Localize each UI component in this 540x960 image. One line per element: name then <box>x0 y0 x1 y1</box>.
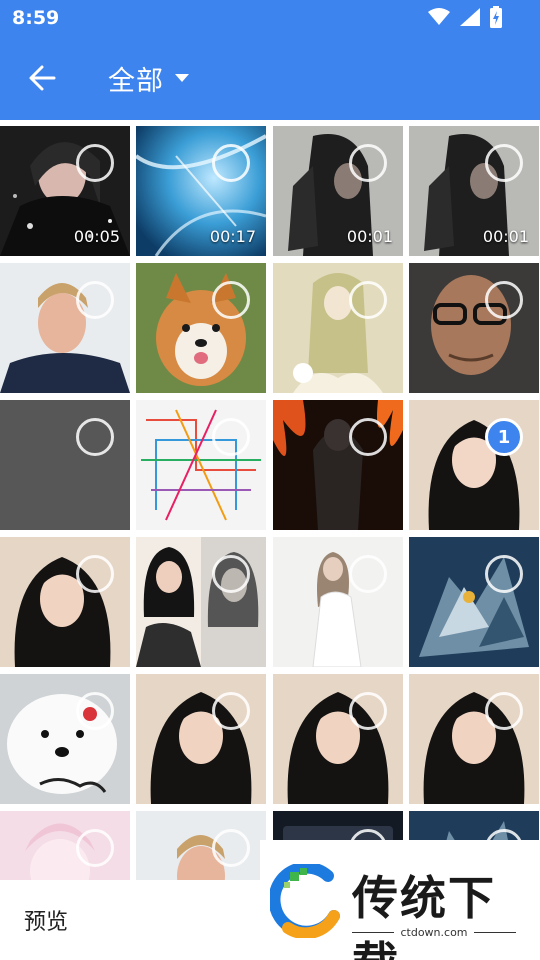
grid-tile-image[interactable] <box>0 537 130 667</box>
grid-tile-image[interactable] <box>273 537 403 667</box>
select-circle[interactable] <box>212 281 250 319</box>
grid-tile-video[interactable]: 00:01 <box>273 126 403 256</box>
select-circle[interactable] <box>349 281 387 319</box>
thumbnail-image <box>409 674 539 804</box>
grid-tile-image[interactable] <box>0 811 130 880</box>
thumbnail-image <box>273 400 403 530</box>
video-duration: 00:01 <box>346 227 393 246</box>
thumbnail-image <box>273 263 403 393</box>
thumbnail-image <box>409 537 539 667</box>
select-circle[interactable] <box>76 144 114 182</box>
select-circle[interactable] <box>76 692 114 730</box>
thumbnail-image <box>136 674 266 804</box>
grid-tile-image[interactable] <box>136 400 266 530</box>
grid-tile-image[interactable] <box>273 263 403 393</box>
status-time: 8:59 <box>12 7 60 29</box>
wifi-icon <box>428 8 450 25</box>
status-icons <box>428 6 502 28</box>
thumbnail-image <box>0 263 130 393</box>
select-circle[interactable] <box>349 418 387 456</box>
grid-tile-image[interactable] <box>273 400 403 530</box>
grid-tile-video[interactable]: 00:05 <box>0 126 130 256</box>
thumbnail-image <box>136 263 266 393</box>
thumbnail-image <box>409 400 539 530</box>
caret-down-icon <box>175 74 189 82</box>
thumbnail-image <box>0 537 130 667</box>
video-duration: 00:05 <box>73 227 120 246</box>
album-selector[interactable]: 全部 <box>108 56 190 100</box>
select-circle[interactable] <box>212 555 250 593</box>
grid-tile-video[interactable]: 00:17 <box>136 126 266 256</box>
select-circle[interactable] <box>212 418 250 456</box>
thumbnail-image <box>136 537 266 667</box>
grid-tile-image[interactable] <box>409 537 539 667</box>
thumbnail-image <box>0 674 130 804</box>
grid-tile-image[interactable] <box>409 674 539 804</box>
grid-tile-image[interactable] <box>136 537 266 667</box>
back-button[interactable] <box>20 56 64 100</box>
select-circle[interactable] <box>485 692 523 730</box>
album-title: 全部 <box>108 65 164 97</box>
status-bar: 8:59 <box>0 0 540 36</box>
app-bar: 全部 <box>0 36 540 120</box>
select-circle[interactable] <box>212 144 250 182</box>
header: 8:59 全部 <box>0 0 540 120</box>
select-circle[interactable] <box>76 555 114 593</box>
signal-icon <box>460 8 480 26</box>
select-circle[interactable] <box>485 281 523 319</box>
grid-tile-image[interactable] <box>409 263 539 393</box>
battery-charging-icon <box>490 6 502 28</box>
grid-tile-image[interactable] <box>136 263 266 393</box>
video-duration: 00:01 <box>482 227 529 246</box>
select-circle[interactable] <box>212 829 250 867</box>
select-circle[interactable] <box>76 418 114 456</box>
select-circle[interactable] <box>349 144 387 182</box>
grid-tile-image[interactable] <box>136 674 266 804</box>
grid-tile-image[interactable] <box>136 811 266 880</box>
thumbnail-image <box>0 400 130 530</box>
select-circle[interactable] <box>485 555 523 593</box>
select-circle[interactable] <box>349 555 387 593</box>
watermark-brand: 传统下载 <box>352 871 496 960</box>
divider <box>474 932 516 933</box>
grid-tile-video[interactable]: 00:01 <box>409 126 539 256</box>
thumbnail-image <box>409 263 539 393</box>
video-duration: 00:17 <box>209 227 256 246</box>
select-circle[interactable] <box>212 692 250 730</box>
select-circle[interactable] <box>76 281 114 319</box>
thumbnail-image <box>136 400 266 530</box>
grid-tile-image[interactable]: 1 <box>409 400 539 530</box>
media-grid: 00:05 00:17 00:01 00:01 1 <box>0 126 540 880</box>
grid-tile-image[interactable] <box>0 263 130 393</box>
grid-tile-image[interactable] <box>0 674 130 804</box>
preview-button[interactable]: 预览 <box>24 904 68 936</box>
grid-tile-image[interactable] <box>273 674 403 804</box>
thumbnail-image <box>273 674 403 804</box>
select-circle-checked[interactable]: 1 <box>485 418 523 456</box>
grid-tile-image[interactable] <box>0 400 130 530</box>
watermark: 传统下载 ctdown.com <box>260 840 540 960</box>
select-circle[interactable] <box>76 829 114 867</box>
select-circle[interactable] <box>485 144 523 182</box>
thumbnail-image <box>273 537 403 667</box>
arrow-left-icon <box>29 65 56 91</box>
ctdown-logo-icon <box>270 864 340 938</box>
select-circle[interactable] <box>349 692 387 730</box>
